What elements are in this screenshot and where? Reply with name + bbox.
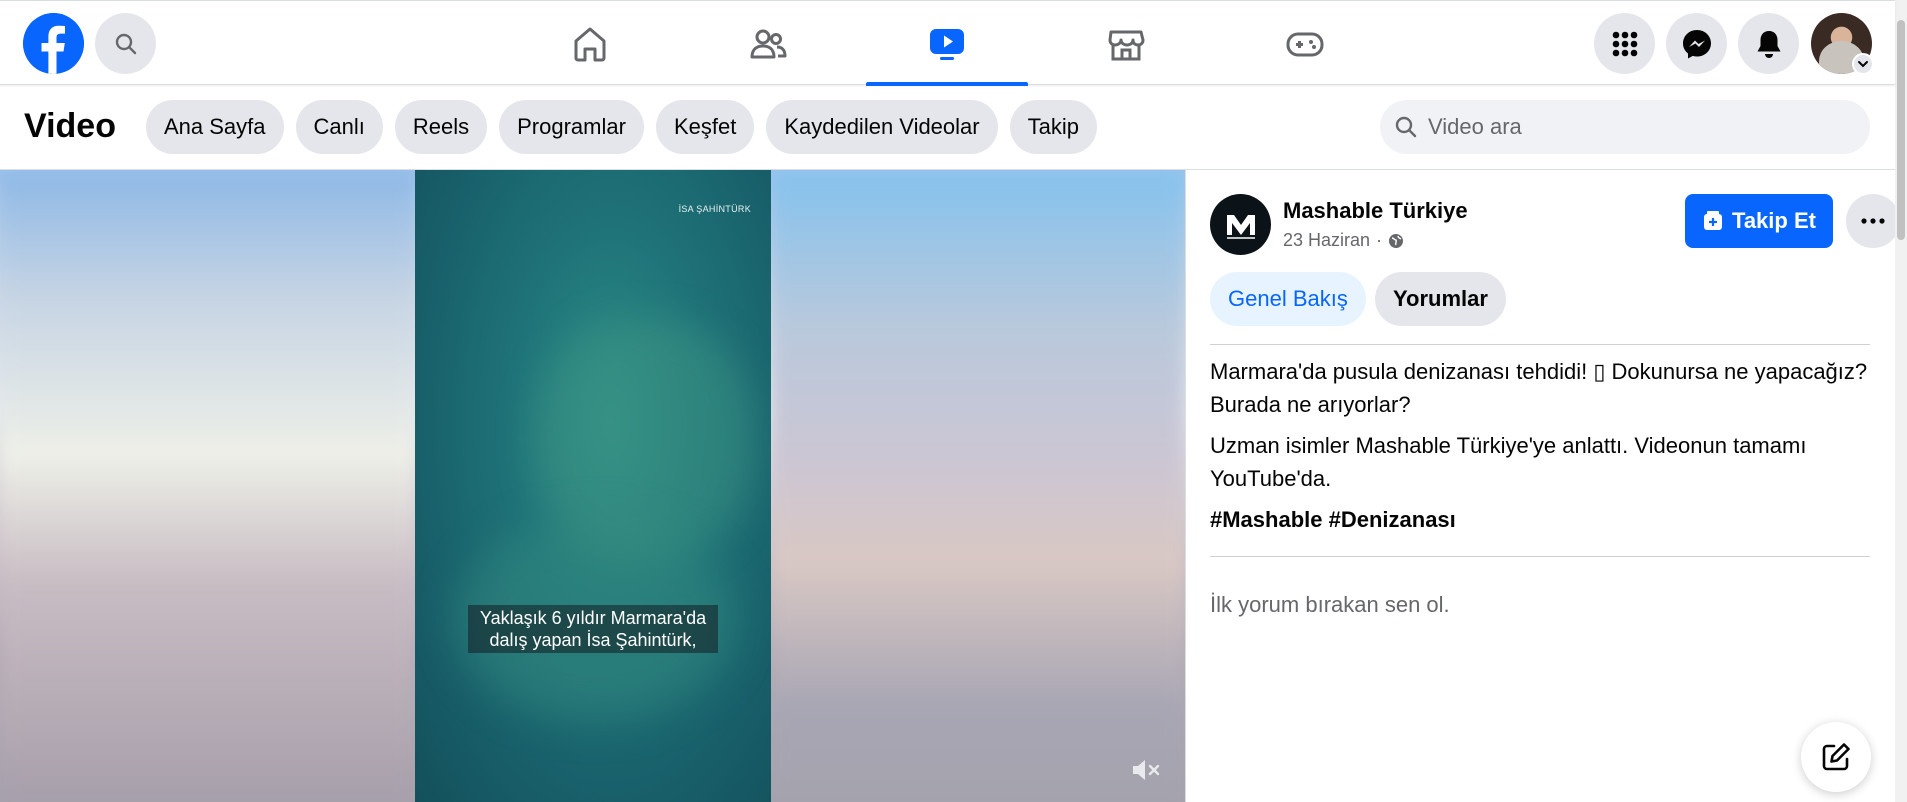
search-button[interactable]: [95, 13, 156, 74]
video-blur-background-right: [771, 170, 1185, 802]
caption-line: dalış yapan İsa Şahintürk,: [489, 630, 697, 650]
home-icon: [574, 27, 606, 62]
globe-icon: [1389, 233, 1404, 248]
post-hashtags[interactable]: #Mashable #Denizanası: [1210, 503, 1880, 536]
tab-video[interactable]: [866, 2, 1028, 86]
apps-grid-icon: [1612, 31, 1637, 56]
messenger-button[interactable]: [1666, 13, 1727, 74]
follow-page-icon: [1704, 211, 1723, 230]
notifications-button[interactable]: [1738, 13, 1799, 74]
video-search-box[interactable]: [1380, 100, 1870, 154]
chip-takip[interactable]: Takip: [1009, 100, 1097, 154]
tab-gaming[interactable]: [1224, 2, 1386, 86]
search-icon: [115, 33, 136, 54]
scrollbar-thumb[interactable]: [1897, 20, 1905, 240]
more-options-button[interactable]: [1846, 194, 1900, 248]
video-watermark: İSA ŞAHİNTÜRK: [678, 204, 751, 214]
chip-canli[interactable]: Canlı: [295, 100, 383, 154]
post-paragraph: Marmara'da pusula denizanası tehdidi! ▯ …: [1210, 359, 1868, 417]
mute-button[interactable]: [1128, 752, 1164, 788]
meta-separator: ·: [1376, 230, 1383, 250]
video-header: Video Ana Sayfa Canlı Reels Programlar K…: [0, 85, 1895, 170]
search-icon: [1395, 116, 1417, 138]
post-paragraph: Uzman isimler Mashable Türkiye'ye anlatt…: [1210, 433, 1807, 491]
chip-reels[interactable]: Reels: [394, 100, 488, 154]
chip-ana-sayfa[interactable]: Ana Sayfa: [146, 100, 284, 154]
mashable-logo-icon: [1226, 214, 1255, 239]
menu-button[interactable]: [1594, 13, 1655, 74]
speaker-muted-icon: [1133, 760, 1160, 780]
page-name[interactable]: Mashable Türkiye: [1283, 198, 1468, 224]
divider: [1210, 344, 1870, 345]
chip-kesfet[interactable]: Keşfet: [655, 100, 755, 154]
account-chevron-down-icon[interactable]: [1852, 53, 1874, 75]
chip-kaydedilen-videolar[interactable]: Kaydedilen Videolar: [766, 100, 998, 154]
bell-icon: [1757, 30, 1780, 58]
edit-compose-icon: [1822, 743, 1850, 771]
post-date[interactable]: 23 Haziran: [1283, 230, 1370, 251]
no-comments-message: İlk yorum bırakan sen ol.: [1210, 592, 1450, 617]
gaming-icon: [1286, 32, 1324, 57]
video-nav-chips: Ana Sayfa Canlı Reels Programlar Keşfet …: [146, 100, 1097, 154]
video-blur-background-left: [0, 170, 415, 802]
page-title: Video: [24, 107, 116, 145]
video-icon: [930, 29, 964, 60]
video-caption: Yaklaşık 6 yıldır Marmara'da dalış yapan…: [468, 605, 718, 653]
more-dots-icon: [1861, 218, 1885, 224]
video-player[interactable]: İSA ŞAHİNTÜRK Yaklaşık 6 yıldır Marmara'…: [0, 170, 1185, 802]
post-details-panel: Mashable Türkiye 23 Haziran · Takip Et G…: [1185, 170, 1900, 802]
friends-icon: [750, 29, 787, 59]
marketplace-icon: [1108, 30, 1145, 61]
top-navigation-bar: [0, 0, 1895, 86]
tab-overview[interactable]: Genel Bakış: [1210, 272, 1366, 326]
video-search-input[interactable]: [1428, 114, 1848, 140]
page-avatar[interactable]: [1210, 194, 1271, 255]
tab-friends[interactable]: [687, 2, 849, 86]
tab-comments[interactable]: Yorumlar: [1375, 272, 1506, 326]
facebook-logo-icon[interactable]: [23, 13, 84, 74]
follow-button[interactable]: Takip Et: [1685, 194, 1833, 248]
messenger-icon: [1682, 29, 1711, 58]
chip-programlar[interactable]: Programlar: [499, 100, 644, 154]
page-scrollbar[interactable]: [1895, 0, 1907, 802]
tab-home[interactable]: [509, 2, 671, 86]
divider: [1210, 556, 1870, 557]
post-description: Marmara'da pusula denizanası tehdidi! ▯ …: [1210, 355, 1880, 544]
caption-line: Yaklaşık 6 yıldır Marmara'da: [479, 608, 707, 628]
follow-label: Takip Et: [1732, 208, 1816, 233]
compose-button[interactable]: [1801, 722, 1871, 792]
tab-marketplace[interactable]: [1045, 2, 1207, 86]
video-frame[interactable]: İSA ŞAHİNTÜRK Yaklaşık 6 yıldır Marmara'…: [415, 170, 771, 802]
post-meta: 23 Haziran ·: [1283, 230, 1404, 251]
